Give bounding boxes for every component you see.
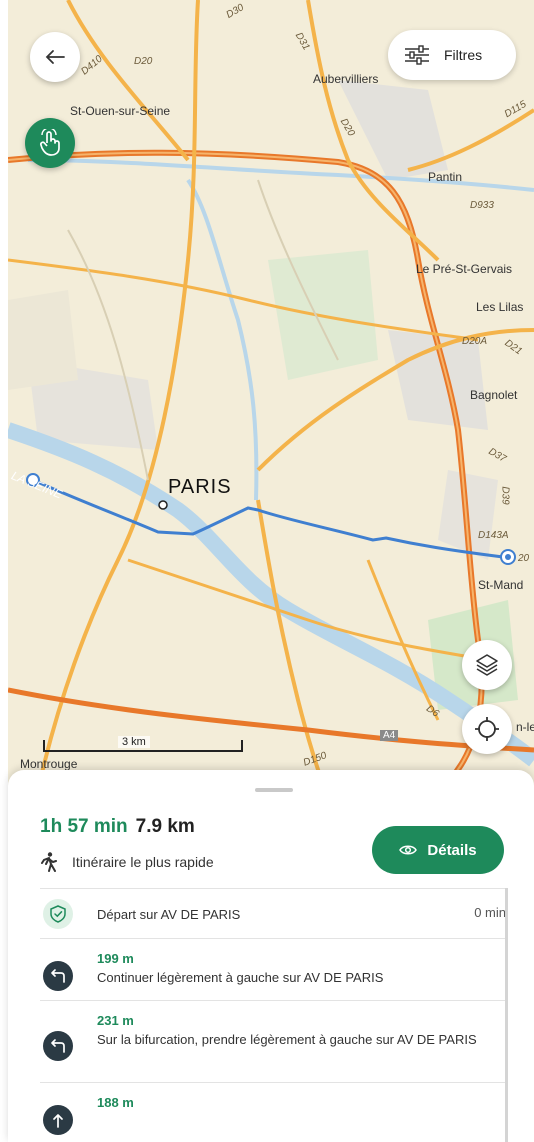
map-view[interactable]: PARIS LA SEINE St-Ouen-sur-Seine Aubervi…	[8, 0, 534, 800]
map-place-label: St-Ouen-sur-Seine	[70, 104, 171, 118]
step-icon	[43, 1031, 73, 1061]
arrow-left-icon	[45, 50, 65, 64]
turn-left-icon	[51, 1039, 65, 1053]
turn-left-icon	[51, 969, 65, 983]
steps-scrollbar[interactable]	[505, 888, 508, 1142]
route-step[interactable]: 231 m Sur la bifurcation, prendre légère…	[40, 1000, 506, 1082]
map-place-label: n-le	[516, 720, 534, 734]
hand-pointer-icon	[40, 129, 60, 156]
route-mode-label: Itinéraire le plus rapide	[72, 854, 214, 870]
filters-button[interactable]: Filtres	[388, 30, 516, 80]
step-instruction: Sur la bifurcation, prendre légèrement à…	[97, 1032, 477, 1047]
step-icon	[43, 1105, 73, 1135]
back-button[interactable]	[30, 32, 80, 82]
step-time: 0 min	[474, 905, 506, 920]
gesture-mode-button[interactable]	[25, 118, 75, 168]
locate-button[interactable]	[462, 704, 512, 754]
step-distance: 199 m	[97, 951, 134, 966]
road-label: 20	[518, 553, 530, 564]
crosshair-icon	[475, 717, 499, 741]
road-label: D143A	[478, 530, 509, 541]
check-shield-icon	[50, 905, 66, 923]
eye-icon	[399, 845, 418, 855]
filters-label: Filtres	[444, 47, 483, 63]
road-label: A4	[380, 730, 399, 741]
step-instruction: Continuer légèrement à gauche sur AV DE …	[97, 970, 384, 985]
details-label: Détails	[427, 841, 477, 859]
step-instruction: Départ sur AV DE PARIS	[97, 907, 241, 922]
step-icon	[43, 961, 73, 991]
layers-icon	[476, 654, 498, 676]
route-step[interactable]: 199 m Continuer légèrement à gauche sur …	[40, 938, 506, 1000]
straight-icon	[53, 1114, 63, 1128]
route-step[interactable]: 188 m	[40, 1082, 506, 1135]
road-label: D20	[134, 56, 153, 67]
map-city-label: PARIS	[168, 476, 232, 498]
route-bottom-sheet[interactable]: 1h 57 min 7.9 km Itinéraire le plus rapid…	[8, 770, 534, 1142]
scale-label: 3 km	[118, 736, 150, 748]
step-distance: 231 m	[97, 1013, 134, 1028]
details-button[interactable]: Détails	[372, 826, 504, 874]
step-distance: 188 m	[97, 1095, 134, 1110]
road-label: D20A	[462, 336, 488, 347]
route-duration: 1h 57 min	[40, 816, 128, 837]
walking-icon	[41, 852, 57, 872]
map-place-label: Pantin	[428, 170, 463, 184]
route-summary: 1h 57 min 7.9 km	[40, 816, 195, 838]
route-distance: 7.9 km	[135, 816, 195, 837]
map-place-label: Le Pré-St-Gervais	[416, 262, 513, 276]
route-mode: Itinéraire le plus rapide	[40, 852, 214, 872]
map-place-label: St-Mand	[478, 578, 524, 592]
sheet-drag-handle[interactable]	[255, 788, 293, 792]
layers-button[interactable]	[462, 640, 512, 690]
map-scale-bar: 3 km	[38, 736, 248, 756]
map-place-label: Les Lilas	[476, 300, 524, 314]
map-place-label: Montrouge	[20, 757, 78, 771]
road-label: D933	[470, 200, 494, 211]
map-place-label: Aubervilliers	[313, 72, 379, 86]
sliders-icon	[405, 45, 429, 65]
route-steps-list[interactable]: Départ sur AV DE PARIS 0 min 199 m Conti…	[40, 888, 506, 1135]
map-canvas	[8, 0, 534, 800]
route-step[interactable]: Départ sur AV DE PARIS 0 min	[40, 888, 506, 938]
step-icon	[43, 899, 73, 929]
map-place-label: Bagnolet	[470, 388, 518, 402]
road-label: D39	[499, 486, 511, 505]
